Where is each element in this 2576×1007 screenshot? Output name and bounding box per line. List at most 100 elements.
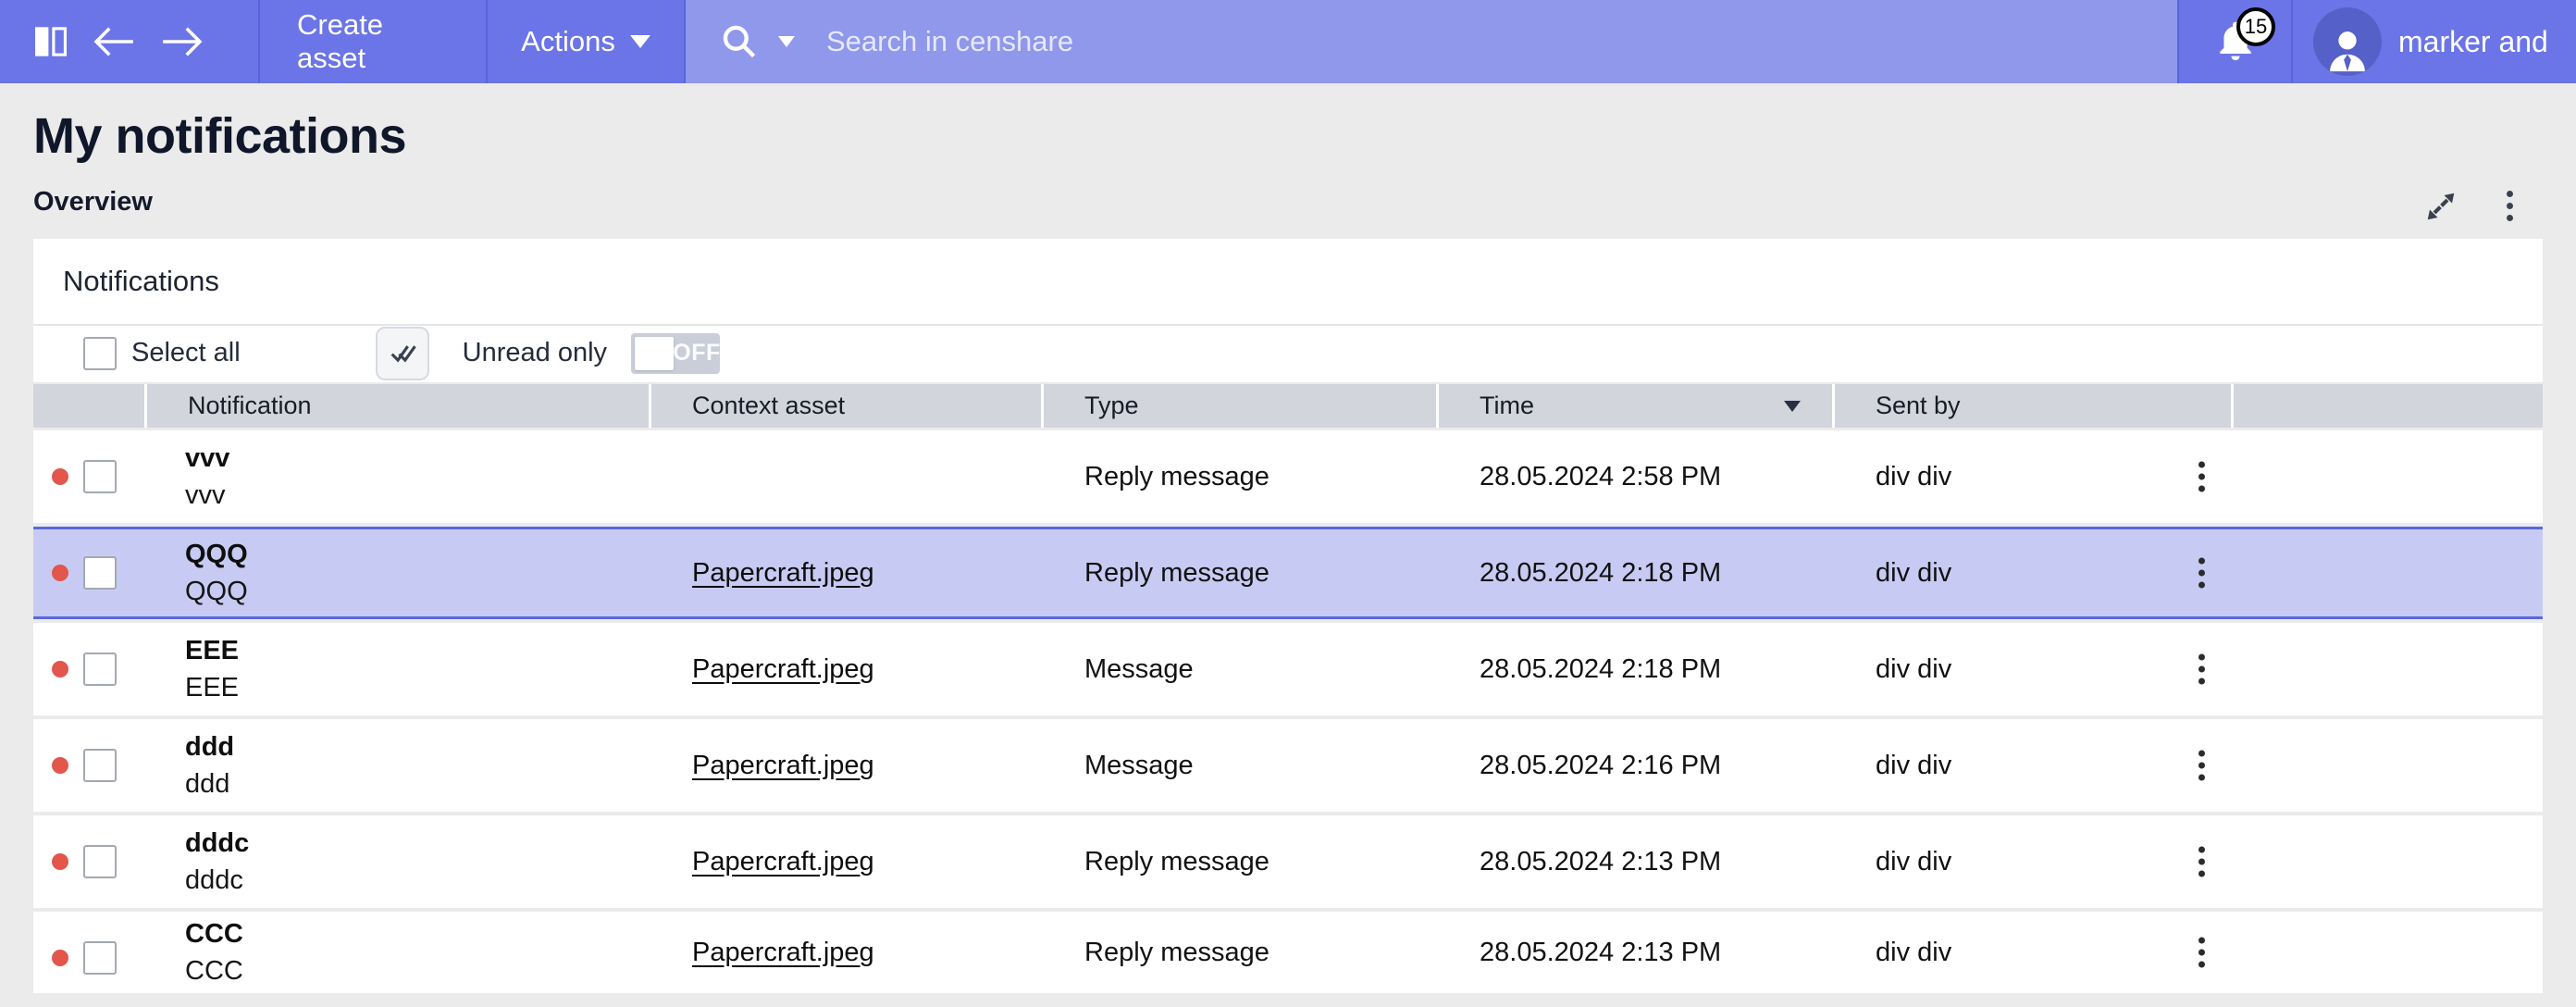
top-bar: Create asset Actions Search in censhare … <box>0 0 2576 83</box>
table-row[interactable]: CCC CCC Papercraft.jpeg Reply message 28… <box>33 912 2543 993</box>
column-header-actions <box>2234 384 2543 428</box>
table-row[interactable]: ddd ddd Papercraft.jpeg Message 28.05.20… <box>33 719 2543 812</box>
create-asset-button[interactable]: Create asset <box>260 0 486 83</box>
unread-dot <box>52 853 68 870</box>
panel-header: Notifications Select all Unread only OFF <box>33 239 2543 382</box>
table-body: vvv vvv Reply message 28.05.2024 2:58 PM… <box>33 430 2543 993</box>
row-checkbox[interactable] <box>83 749 117 782</box>
row-checkbox[interactable] <box>83 941 117 975</box>
row-checkbox[interactable] <box>83 556 117 590</box>
context-asset-link[interactable]: Papercraft.jpeg <box>692 654 874 685</box>
notifications-panel: Notifications Select all Unread only OFF… <box>33 239 2543 1007</box>
notification-title: ddd <box>185 731 651 763</box>
row-checkbox[interactable] <box>83 845 117 878</box>
column-header-context-asset[interactable]: Context asset <box>651 384 1044 428</box>
double-check-icon <box>387 338 418 369</box>
notification-subtitle: QQQ <box>185 576 651 607</box>
row-kebab-menu-icon[interactable] <box>2191 551 2212 596</box>
notifications-bell-button[interactable]: 15 <box>2179 0 2291 83</box>
unread-dot <box>52 661 68 678</box>
row-checkbox[interactable] <box>83 653 117 686</box>
row-kebab-menu-icon[interactable] <box>2191 647 2212 692</box>
notification-time: 28.05.2024 2:18 PM <box>1439 623 1835 715</box>
back-arrow-icon[interactable] <box>93 25 135 58</box>
avatar <box>2313 7 2382 76</box>
user-icon <box>2321 22 2374 76</box>
context-asset-link[interactable]: Papercraft.jpeg <box>692 938 874 968</box>
overview-section-header: Overview <box>33 181 2543 222</box>
mark-all-read-button[interactable] <box>376 327 429 380</box>
notification-count-badge: 15 <box>2236 7 2275 46</box>
chevron-down-icon <box>630 35 650 48</box>
unread-dot <box>52 757 68 774</box>
search-bar[interactable]: Search in censhare <box>686 0 2177 83</box>
search-icon[interactable] <box>719 21 760 62</box>
notification-type: Reply message <box>1044 815 1439 908</box>
select-all-checkbox[interactable] <box>83 337 117 370</box>
create-asset-label: Create asset <box>297 8 449 75</box>
table-row-selected[interactable]: QQQ QQQ Papercraft.jpeg Reply message 28… <box>33 527 2543 619</box>
context-asset-link[interactable]: Papercraft.jpeg <box>692 751 874 781</box>
notification-sender: div div <box>1835 912 2234 993</box>
context-asset-link[interactable]: Papercraft.jpeg <box>692 847 874 877</box>
column-header-notification[interactable]: Notification <box>147 384 651 428</box>
notification-sender: div div <box>1835 815 2234 908</box>
row-checkbox[interactable] <box>83 460 117 493</box>
row-kebab-menu-icon[interactable] <box>2191 454 2212 500</box>
actions-button[interactable]: Actions <box>488 0 684 83</box>
column-header-type[interactable]: Type <box>1044 384 1439 428</box>
notification-time: 28.05.2024 2:13 PM <box>1439 815 1835 908</box>
table-row[interactable]: vvv vvv Reply message 28.05.2024 2:58 PM… <box>33 430 2543 523</box>
row-kebab-menu-icon[interactable] <box>2191 930 2212 976</box>
column-header-status <box>33 384 147 428</box>
notification-sender: div div <box>1835 623 2234 715</box>
notification-time: 28.05.2024 2:18 PM <box>1439 527 1835 619</box>
table-header: Notification Context asset Type Time Sen… <box>33 384 2543 428</box>
notification-title: dddc <box>185 827 651 859</box>
row-kebab-menu-icon[interactable] <box>2191 839 2212 885</box>
toggle-state-label: OFF <box>674 333 720 374</box>
overview-kebab-menu-icon[interactable] <box>2499 183 2520 229</box>
unread-only-toggle[interactable]: OFF <box>631 333 720 374</box>
panel-toolbar: Select all Unread only OFF <box>33 326 2543 380</box>
user-menu[interactable]: marker and <box>2293 0 2576 83</box>
unread-dot <box>52 565 68 581</box>
notification-subtitle: dddc <box>185 864 651 896</box>
user-name: marker and <box>2398 25 2548 59</box>
actions-label: Actions <box>521 25 615 58</box>
notification-title: EEE <box>185 635 651 666</box>
table-row[interactable]: dddc dddc Papercraft.jpeg Reply message … <box>33 815 2543 908</box>
notification-subtitle: vvv <box>185 479 651 511</box>
notification-type: Reply message <box>1044 527 1439 619</box>
notification-time: 28.05.2024 2:16 PM <box>1439 719 1835 812</box>
badge-count: 15 <box>2245 15 2267 39</box>
row-kebab-menu-icon[interactable] <box>2191 743 2212 789</box>
nav-section <box>0 0 258 83</box>
search-scope-caret-icon[interactable] <box>778 36 795 47</box>
notification-type: Message <box>1044 719 1439 812</box>
notification-subtitle: ddd <box>185 768 651 800</box>
notification-type: Message <box>1044 623 1439 715</box>
forward-arrow-icon[interactable] <box>161 25 204 58</box>
notification-subtitle: EEE <box>185 672 651 703</box>
notification-time: 28.05.2024 2:58 PM <box>1439 430 1835 523</box>
sidebar-toggle-icon[interactable] <box>35 27 67 56</box>
context-asset-link[interactable]: Papercraft.jpeg <box>692 558 874 589</box>
unread-dot <box>52 468 68 485</box>
notification-title: QQQ <box>185 539 651 570</box>
notification-sender: div div <box>1835 719 2234 812</box>
sort-desc-icon <box>1784 401 1801 412</box>
toggle-knob <box>635 337 674 370</box>
notification-title: vvv <box>185 442 651 474</box>
expand-icon[interactable] <box>2423 189 2458 224</box>
notification-type: Reply message <box>1044 430 1439 523</box>
column-header-time[interactable]: Time <box>1439 384 1835 428</box>
table-row[interactable]: EEE EEE Papercraft.jpeg Message 28.05.20… <box>33 623 2543 715</box>
section-title: Overview <box>33 181 2543 222</box>
column-header-sent-by[interactable]: Sent by <box>1835 384 2234 428</box>
search-input[interactable]: Search in censhare <box>826 25 1073 58</box>
unread-dot <box>52 950 68 966</box>
unread-only-label: Unread only <box>463 338 607 368</box>
select-all-label: Select all <box>131 338 241 368</box>
notification-title: CCC <box>185 918 651 950</box>
